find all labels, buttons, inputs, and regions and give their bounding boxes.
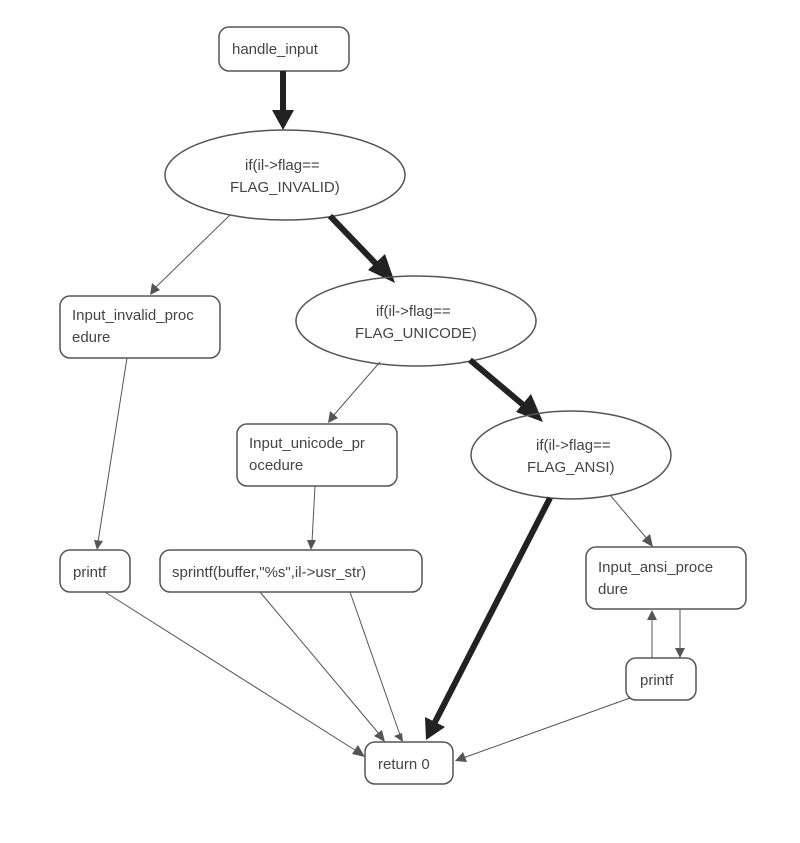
input-ansi-l2: dure bbox=[598, 581, 628, 598]
edge-unicode-to-proc bbox=[328, 362, 380, 423]
if-invalid-line1: if(il->flag== bbox=[245, 157, 320, 174]
edge-invalid-to-unicode bbox=[330, 216, 395, 283]
node-if-ansi: if(il->flag== FLAG_ANSI) bbox=[471, 411, 671, 499]
input-invalid-l2: edure bbox=[72, 329, 110, 346]
node-return0: return 0 bbox=[365, 742, 453, 784]
edge-ansi-to-return bbox=[425, 498, 550, 740]
input-unicode-l1: Input_unicode_pr bbox=[249, 435, 365, 452]
edge-sprintf-left-to-return bbox=[260, 592, 385, 742]
input-unicode-l2: ocedure bbox=[249, 457, 303, 474]
edge-printf2-to-return bbox=[455, 698, 630, 762]
if-ansi-l1: if(il->flag== bbox=[536, 437, 611, 454]
edge-sprintf-right-to-return bbox=[350, 592, 403, 742]
edge-invalid-to-proc bbox=[150, 215, 230, 295]
node-if-invalid: if(il->flag== FLAG_INVALID) bbox=[165, 130, 405, 220]
edge-ansi-to-proc bbox=[610, 495, 653, 547]
node-handle-input: handle_input bbox=[219, 27, 349, 71]
edge-handle-to-invalid bbox=[272, 71, 294, 130]
edge-unicode-to-ansi bbox=[470, 360, 543, 422]
node-input-unicode-proc: Input_unicode_pr ocedure bbox=[237, 424, 397, 486]
node-input-invalid-proc: Input_invalid_proc edure bbox=[60, 296, 220, 358]
edge-invalidproc-to-printf bbox=[94, 358, 127, 550]
edge-printf-ansiproc-up bbox=[647, 610, 657, 658]
edge-printf1-to-return bbox=[105, 592, 365, 757]
input-invalid-l1: Input_invalid_proc bbox=[72, 307, 194, 324]
node-if-unicode: if(il->flag== FLAG_UNICODE) bbox=[296, 276, 536, 366]
flowchart-diagram: handle_input if(il->flag== FLAG_INVALID)… bbox=[0, 0, 800, 843]
if-unicode-l1: if(il->flag== bbox=[376, 303, 451, 320]
edge-unicodeproc-to-sprintf bbox=[307, 486, 316, 550]
node-sprintf: sprintf(buffer,"%s",il->usr_str) bbox=[160, 550, 422, 592]
printf2-label: printf bbox=[640, 672, 674, 689]
sprintf-label: sprintf(buffer,"%s",il->usr_str) bbox=[172, 564, 366, 581]
printf1-label: printf bbox=[73, 564, 107, 581]
input-ansi-l1: Input_ansi_proce bbox=[598, 559, 713, 576]
edge-ansiproc-printf-down bbox=[675, 609, 685, 658]
node-printf1: printf bbox=[60, 550, 130, 592]
handle-input-label: handle_input bbox=[232, 41, 319, 58]
node-printf2: printf bbox=[626, 658, 696, 700]
if-unicode-l2: FLAG_UNICODE) bbox=[355, 325, 477, 342]
if-ansi-l2: FLAG_ANSI) bbox=[527, 459, 615, 476]
node-input-ansi-proc: Input_ansi_proce dure bbox=[586, 547, 746, 609]
return0-label: return 0 bbox=[378, 756, 430, 773]
if-invalid-line2: FLAG_INVALID) bbox=[230, 179, 340, 196]
